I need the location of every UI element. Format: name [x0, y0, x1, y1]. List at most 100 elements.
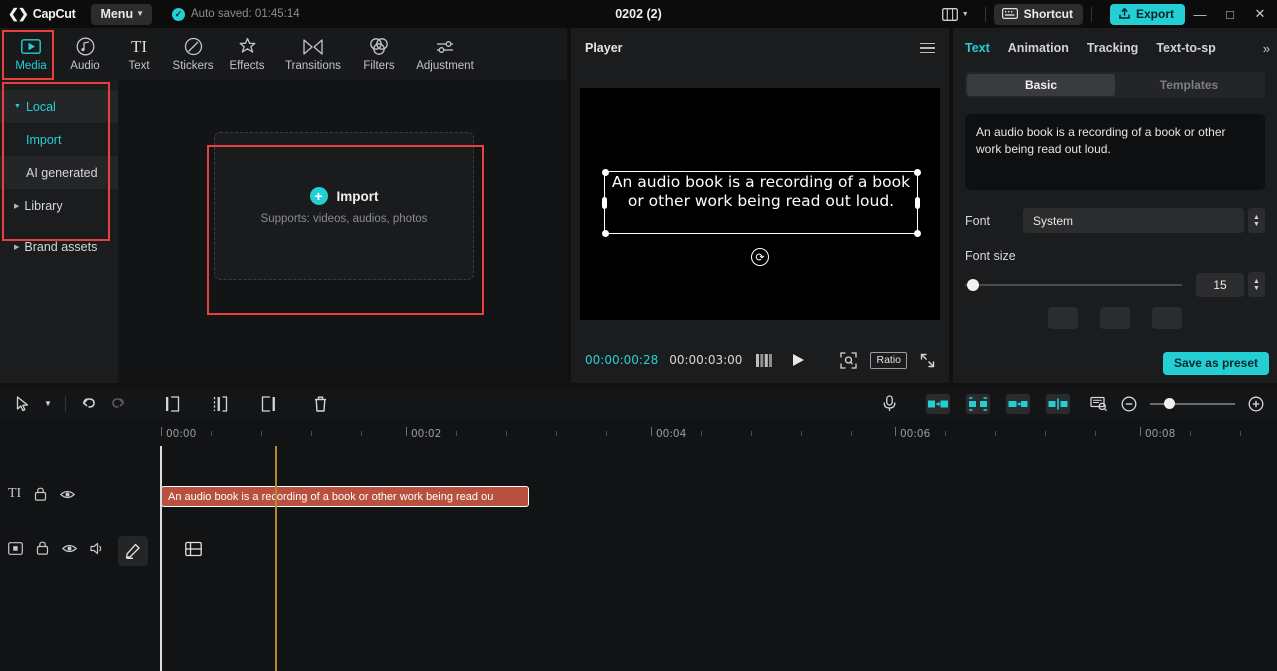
resize-handle-top-left[interactable] [601, 168, 609, 176]
shortcut-button[interactable]: Shortcut [993, 3, 1083, 25]
transitions-icon [303, 37, 323, 57]
timeline-toolbar: ▼ [0, 387, 1277, 420]
tab-animation[interactable]: Animation [1008, 41, 1069, 55]
tab-text[interactable]: Text [965, 41, 990, 55]
sidebar-item-label: Brand assets [24, 239, 98, 254]
resize-handle-bottom-left[interactable] [601, 229, 609, 237]
timeline-ruler[interactable]: 00:00 00:02 00:04 00:06 00:08 [0, 420, 1277, 446]
chevron-down-icon[interactable]: ▼ [38, 387, 58, 420]
shortcut-label: Shortcut [1023, 6, 1073, 21]
slider-knob[interactable] [1164, 397, 1175, 409]
tab-media[interactable]: Media [4, 29, 58, 79]
text-style-buttons [965, 307, 1265, 329]
resize-handle-top-right[interactable] [913, 168, 921, 176]
font-size-stepper[interactable]: ▲ ▼ [1248, 272, 1265, 297]
lock-icon[interactable] [34, 487, 47, 501]
frames-view-icon[interactable] [756, 353, 773, 367]
eye-icon[interactable] [62, 543, 77, 554]
font-stepper[interactable]: ▲ ▼ [1248, 208, 1265, 233]
delete-icon[interactable] [305, 387, 335, 420]
sidebar-item-import[interactable]: Import [0, 123, 118, 156]
font-select[interactable]: System [1023, 208, 1244, 233]
properties-tabs: Text Animation Tracking Text-to-sp » [953, 28, 1277, 68]
tab-text[interactable]: TI Text [112, 29, 166, 79]
markers-icon[interactable] [1084, 387, 1114, 420]
edit-track-button[interactable] [118, 536, 148, 566]
redo-icon[interactable] [103, 387, 133, 420]
speaker-icon[interactable] [90, 542, 105, 555]
timeline-zoom-slider[interactable] [1150, 397, 1235, 411]
sidebar-item-label: Local [25, 99, 56, 114]
italic-button[interactable] [1100, 307, 1130, 329]
menu-button[interactable]: Menu ▼ [91, 3, 152, 25]
rotate-handle-icon[interactable]: ⟳ [751, 248, 769, 266]
split-left-icon[interactable] [157, 387, 187, 420]
resize-handle-middle-left[interactable] [602, 196, 607, 209]
split-clip-icon[interactable] [205, 387, 235, 420]
segment-basic[interactable]: Basic [967, 74, 1115, 96]
text-editor-input[interactable]: An audio book is a recording of a book o… [965, 114, 1265, 190]
sidebar-item-local[interactable]: ▼ Local [0, 90, 118, 123]
minimize-button[interactable]: — [1185, 0, 1215, 28]
slider-knob[interactable] [967, 278, 979, 291]
play-button[interactable] [792, 353, 805, 367]
menu-button-label: Menu [100, 6, 134, 21]
current-timecode[interactable]: 00:00:00:28 [585, 353, 658, 367]
undo-icon[interactable] [73, 387, 103, 420]
ratio-button[interactable]: Ratio [870, 351, 907, 369]
tab-filters-label: Filters [363, 59, 395, 72]
resize-handle-middle-right[interactable] [915, 196, 920, 209]
tab-filters[interactable]: Filters [352, 29, 406, 79]
save-as-preset-button[interactable]: Save as preset [1162, 351, 1269, 375]
record-voiceover-icon[interactable] [874, 387, 904, 420]
tab-tracking[interactable]: Tracking [1087, 41, 1138, 55]
timeline-clip-text[interactable]: An audio book is a recording of a book o… [161, 486, 529, 507]
tab-effects-label: Effects [229, 59, 265, 72]
player-header: Player [571, 28, 949, 68]
fullscreen-icon[interactable] [920, 353, 935, 368]
import-dropzone[interactable]: + Import Supports: videos, audios, photo… [214, 132, 474, 280]
zoom-in-icon[interactable] [1241, 387, 1271, 420]
tab-transitions[interactable]: Transitions [274, 29, 352, 79]
basic-templates-toggle: Basic Templates [965, 72, 1265, 98]
font-size-value[interactable]: 15 [1196, 272, 1244, 297]
chevron-down-icon: ▼ [961, 10, 969, 18]
layout-button[interactable]: ▼ [934, 7, 977, 21]
chevron-down-icon: ▼ [14, 103, 21, 110]
font-size-slider[interactable] [965, 278, 1182, 292]
maximize-button[interactable]: □ [1215, 0, 1245, 28]
tab-audio[interactable]: Audio [58, 29, 112, 79]
tab-stickers[interactable]: Stickers [166, 29, 220, 79]
freeze-frame-icon[interactable] [1006, 393, 1030, 414]
resize-handle-bottom-right[interactable] [913, 229, 921, 237]
eye-icon[interactable] [60, 489, 76, 500]
segment-templates[interactable]: Templates [1115, 74, 1263, 96]
tab-effects[interactable]: Effects [220, 29, 274, 79]
sidebar-item-library[interactable]: ▶ Library [0, 189, 118, 222]
close-button[interactable]: ✕ [1245, 0, 1275, 28]
sidebar-item-label: Import [26, 132, 62, 147]
select-tool-icon[interactable] [8, 387, 38, 420]
mirror-split-icon[interactable] [1046, 393, 1070, 414]
underline-button[interactable] [1152, 307, 1182, 329]
zoom-out-icon[interactable] [1114, 387, 1144, 420]
sidebar-item-ai-generated[interactable]: AI generated [0, 156, 118, 189]
keyframe-icon[interactable] [966, 393, 990, 414]
split-right-icon[interactable] [253, 387, 283, 420]
export-button[interactable]: Export [1109, 3, 1185, 25]
zoom-fit-icon[interactable] [840, 351, 858, 369]
lock-icon[interactable] [36, 541, 49, 555]
more-tabs-icon[interactable]: » [1263, 41, 1277, 56]
tab-adjustment[interactable]: Adjustment [406, 29, 484, 79]
auto-captions-icon[interactable] [926, 393, 950, 414]
text-overlay-selection[interactable]: An audio book is a recording of a book o… [601, 168, 921, 237]
import-cta[interactable]: + Import [309, 187, 379, 205]
sidebar-item-brand-assets[interactable]: ▶ Brand assets [0, 230, 118, 263]
bold-button[interactable] [1048, 307, 1078, 329]
export-upload-icon [1118, 7, 1131, 20]
tab-text-to-speech[interactable]: Text-to-sp [1156, 41, 1216, 55]
player-menu-icon[interactable] [920, 42, 935, 54]
player-panel: Player An audio book is a recording of a… [571, 28, 949, 383]
player-stage[interactable]: An audio book is a recording of a book o… [580, 88, 940, 320]
total-timecode: 00:00:03:00 [669, 353, 743, 367]
